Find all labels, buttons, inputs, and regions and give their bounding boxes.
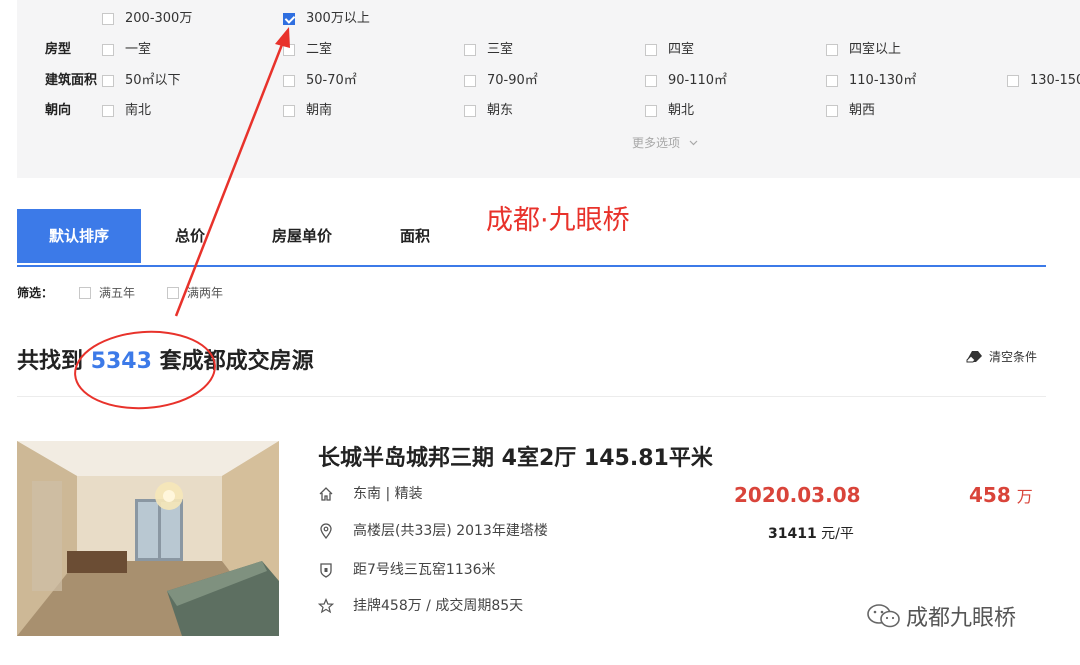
option-label: 110-130㎡ — [849, 73, 917, 88]
checkbox-checked[interactable] — [283, 13, 295, 25]
checkbox[interactable] — [645, 44, 657, 56]
star-icon — [318, 598, 334, 614]
checkbox[interactable] — [826, 44, 838, 56]
option-label: 四室 — [668, 42, 695, 57]
option-label: 70-90㎡ — [487, 73, 538, 88]
tab-unit-price[interactable]: 房屋单价 — [257, 209, 347, 263]
deal-date: 2020.03.08 — [734, 483, 861, 507]
total-price-value: 458 — [969, 483, 1011, 507]
orientation-decoration-text: 东南 | 精装 — [353, 486, 423, 502]
option-label: 满五年 — [99, 286, 136, 300]
option-label: 朝北 — [668, 103, 695, 118]
subway-info: 距7号线三瓦窑1136米 — [318, 559, 618, 581]
area-filter-row: 建筑面积 50㎡以下 50-70㎡ 70-90㎡ 90-110㎡ 110-130… — [17, 71, 1080, 91]
option-label: 90-110㎡ — [668, 73, 728, 88]
price-filter-row: 200-300万 300万以上 — [17, 9, 1080, 29]
shield-icon — [320, 563, 332, 578]
option-label: 50㎡以下 — [125, 73, 181, 88]
orientation-info: 东南 | 精装 — [318, 483, 618, 505]
checkbox[interactable] — [167, 287, 179, 299]
option-label: 朝南 — [306, 103, 333, 118]
checkbox[interactable] — [464, 44, 476, 56]
unit-price: 31411 元/平 — [768, 523, 854, 543]
checkbox[interactable] — [645, 105, 657, 117]
clear-conditions-button[interactable]: 清空条件 — [966, 348, 1037, 365]
option-label: 130-150 — [1030, 73, 1080, 88]
option-label: 50-70㎡ — [306, 73, 357, 88]
option-label: 满两年 — [187, 286, 224, 300]
more-options-label: 更多选项 — [632, 136, 681, 150]
layout-filter-row: 房型 一室 二室 三室 四室 四室以上 — [17, 40, 1080, 60]
eraser-icon — [966, 351, 982, 363]
location-pin-icon — [320, 523, 332, 539]
house-icon — [319, 487, 333, 501]
divider — [17, 396, 1046, 397]
floor-info: 高楼层(共33层) 2013年建塔楼 — [318, 520, 618, 542]
total-price: 458 万 — [969, 483, 1033, 507]
checkbox[interactable] — [826, 105, 838, 117]
area-option[interactable]: 130-150 — [1007, 71, 1080, 91]
checkbox[interactable] — [102, 44, 114, 56]
option-label: 三室 — [487, 42, 514, 57]
chevron-down-icon — [689, 140, 698, 146]
annotation-label: 成都·九眼桥 — [486, 205, 630, 236]
listing-title[interactable]: 长城半岛城邦三期 4室2厅 145.81平米 — [318, 440, 713, 472]
checkbox[interactable] — [464, 105, 476, 117]
wechat-watermark: 成都九眼桥 — [866, 600, 1016, 632]
checkbox[interactable] — [102, 75, 114, 87]
unit-price-value: 31411 — [768, 526, 817, 542]
checkbox[interactable] — [283, 105, 295, 117]
option-label: 200-300万 — [125, 11, 193, 26]
option-label: 朝西 — [849, 103, 876, 118]
secondary-filter-label: 筛选： — [17, 286, 54, 300]
filter-panel: 200-300万 300万以上 房型 一室 二室 三室 四室 四室以上 建筑面积… — [17, 0, 1080, 178]
filter-label-orientation: 朝向 — [45, 103, 72, 118]
option-label: 四室以上 — [849, 42, 902, 57]
listing-photo[interactable] — [17, 441, 279, 636]
listing-info-text: 挂牌458万 / 成交周期85天 — [353, 598, 524, 614]
listing-info: 挂牌458万 / 成交周期85天 — [318, 595, 618, 617]
result-count: 5343 — [90, 349, 152, 374]
checkbox[interactable] — [102, 13, 114, 25]
orientation-filter-row: 朝向 南北 朝南 朝东 朝北 朝西 — [17, 101, 1080, 121]
checkbox[interactable] — [79, 287, 91, 299]
option-label: 南北 — [125, 103, 152, 118]
checkbox[interactable] — [102, 105, 114, 117]
total-price-unit: 万 — [1016, 487, 1033, 506]
filter-label-layout: 房型 — [45, 42, 72, 57]
unit-price-unit: 元/平 — [821, 526, 854, 542]
option-label: 二室 — [306, 42, 333, 57]
clear-conditions-label: 清空条件 — [989, 350, 1038, 364]
tab-default-sort[interactable]: 默认排序 — [17, 209, 141, 263]
option-label: 朝东 — [487, 103, 514, 118]
wechat-icon — [867, 604, 900, 628]
option-label: 300万以上 — [306, 11, 370, 26]
watermark-text: 成都九眼桥 — [906, 606, 1017, 631]
checkbox[interactable] — [283, 75, 295, 87]
subway-info-text: 距7号线三瓦窑1136米 — [353, 562, 496, 578]
checkbox[interactable] — [645, 75, 657, 87]
checkbox[interactable] — [283, 44, 295, 56]
result-count-heading: 共找到 5343 套成都成交房源 — [17, 343, 314, 375]
tab-total-price[interactable]: 总价 — [157, 209, 223, 263]
filter-label-area: 建筑面积 — [45, 73, 98, 88]
result-suffix: 套成都成交房源 — [159, 349, 314, 374]
room-photo-illustration — [17, 441, 279, 636]
more-options-toggle[interactable]: 更多选项 — [632, 134, 698, 151]
option-label: 一室 — [125, 42, 152, 57]
checkbox[interactable] — [464, 75, 476, 87]
checkbox[interactable] — [826, 75, 838, 87]
checkbox[interactable] — [1007, 75, 1019, 87]
result-prefix: 共找到 — [17, 349, 84, 374]
floor-info-text: 高楼层(共33层) 2013年建塔楼 — [353, 523, 548, 539]
tab-area[interactable]: 面积 — [385, 209, 445, 263]
